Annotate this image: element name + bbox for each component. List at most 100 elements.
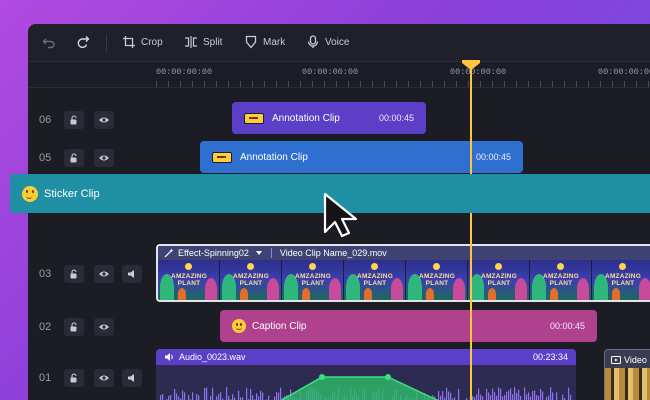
waveform-bar (252, 395, 254, 400)
clip-label: Annotation Clip (272, 112, 340, 124)
waveform-bar (198, 395, 200, 400)
caption-clip[interactable]: Caption Clip 00:00:45 (220, 310, 597, 342)
waveform-bar (518, 389, 520, 400)
track-number: 05 (39, 152, 52, 164)
toolbar: Crop Split Mark Voice (28, 24, 650, 62)
video-frame: AMZAZING PLANT (530, 260, 592, 300)
mute-button[interactable] (122, 265, 142, 283)
waveform-bar (192, 392, 194, 400)
lock-button[interactable] (64, 265, 84, 283)
frame-text: AMZAZING PLANT (419, 273, 455, 287)
waveform-bar (494, 392, 496, 400)
split-button[interactable]: Split (184, 35, 222, 49)
header-divider (270, 248, 272, 258)
visibility-button[interactable] (94, 265, 114, 283)
undo-button[interactable] (42, 35, 56, 49)
unlock-icon (70, 269, 77, 279)
video-frame: AMZAZING PLANT (468, 260, 530, 300)
waveform-bar (502, 396, 504, 400)
volume-keyframe[interactable] (319, 374, 325, 380)
clip-label: Caption Clip (252, 320, 307, 332)
waveform-bar (508, 390, 510, 400)
lock-button[interactable] (64, 149, 84, 167)
volume-keyframe[interactable] (385, 374, 391, 380)
video-frame: AMZAZING PLANT (406, 260, 468, 300)
audio-clip[interactable]: Audio_0023.wav 00:23:34 (156, 349, 576, 400)
voice-button[interactable]: Voice (306, 35, 349, 49)
mark-label: Mark (263, 36, 286, 48)
waveform-bar (562, 394, 564, 400)
waveform-bar (262, 392, 264, 400)
waveform-bar (276, 392, 278, 400)
waveform-bar (168, 395, 170, 400)
video-frame: AMZAZING PLANT (282, 260, 344, 300)
waveform-bar (220, 392, 222, 400)
ruler-label: 00:00:00:00 (156, 67, 213, 77)
chevron-down-icon[interactable] (255, 250, 263, 256)
lock-button[interactable] (64, 369, 84, 387)
waveform-bar (238, 390, 240, 400)
lock-button[interactable] (64, 318, 84, 336)
waveform-bar (516, 392, 518, 400)
waveform-bar (540, 388, 542, 400)
waveform-bar (532, 390, 534, 400)
annotation-clip[interactable]: Annotation Clip 00:00:45 (232, 102, 426, 134)
crop-button[interactable]: Crop (122, 35, 163, 49)
waveform-bar (280, 387, 282, 400)
clip-duration: 00:23:34 (532, 352, 568, 362)
eye-icon (99, 324, 109, 330)
waveform-bar (178, 396, 180, 400)
waveform-bar (216, 396, 218, 400)
waveform-bar (440, 395, 442, 400)
clip-label: Sticker Clip (44, 187, 100, 200)
voice-label: Voice (325, 36, 350, 48)
annotation-thumbnail-icon (212, 151, 232, 163)
frame-text: AMZAZING PLANT (357, 273, 393, 287)
visibility-button[interactable] (94, 111, 114, 129)
mute-button[interactable] (122, 369, 142, 387)
visibility-button[interactable] (94, 149, 114, 167)
timeline-ruler[interactable]: 00:00:00:00 00:00:00:00 00:00:00:00 00:0… (28, 62, 650, 88)
track-number: 02 (39, 321, 52, 333)
waveform-bar (250, 388, 252, 400)
waveform-bar (480, 394, 482, 400)
waveform-bar (506, 391, 508, 400)
waveform-bar (188, 395, 190, 400)
annotation-thumbnail-icon (244, 112, 264, 124)
waveform-bar (510, 388, 512, 400)
split-label: Split (203, 36, 223, 48)
waveform-bar (260, 390, 262, 400)
visibility-button[interactable] (94, 369, 114, 387)
undo-icon (42, 38, 55, 49)
visibility-button[interactable] (94, 318, 114, 336)
eye-icon (99, 117, 109, 123)
waveform-bar (268, 395, 270, 400)
audio-clip-label: Audio_0023.wav (179, 352, 246, 362)
waveform-bar (552, 392, 554, 400)
redo-button[interactable] (76, 35, 90, 49)
lock-button[interactable] (64, 111, 84, 129)
waveform-bar (514, 387, 516, 400)
waveform-bar (448, 391, 450, 400)
video-clip-thumbnail[interactable]: Video (604, 349, 650, 400)
track-header-01: 01 (28, 360, 156, 396)
track-header-03: 03 (28, 256, 156, 292)
ruler-ticks (156, 81, 650, 87)
playhead[interactable] (470, 64, 472, 400)
playhead-handle[interactable] (461, 60, 481, 70)
waveform-bar (482, 396, 484, 400)
track-number: 01 (39, 372, 52, 384)
mark-button[interactable]: Mark (244, 35, 285, 49)
frame-text: AMZAZING PLANT (233, 273, 269, 287)
unlock-icon (70, 322, 77, 332)
waveform-bar (442, 391, 444, 400)
mouse-cursor-icon (323, 192, 358, 238)
unlock-icon (70, 373, 77, 383)
waveform-bar (524, 387, 526, 400)
annotation-clip[interactable]: Annotation Clip 00:00:45 (200, 141, 523, 173)
track-header-05: 05 (28, 140, 156, 176)
waveform-bar (170, 394, 172, 400)
video-clip[interactable]: Effect-Spinning02 Video Clip Name_029.mo… (156, 244, 650, 302)
waveform-bar (210, 395, 212, 400)
video-frame: AMZAZING PLANT (220, 260, 282, 300)
